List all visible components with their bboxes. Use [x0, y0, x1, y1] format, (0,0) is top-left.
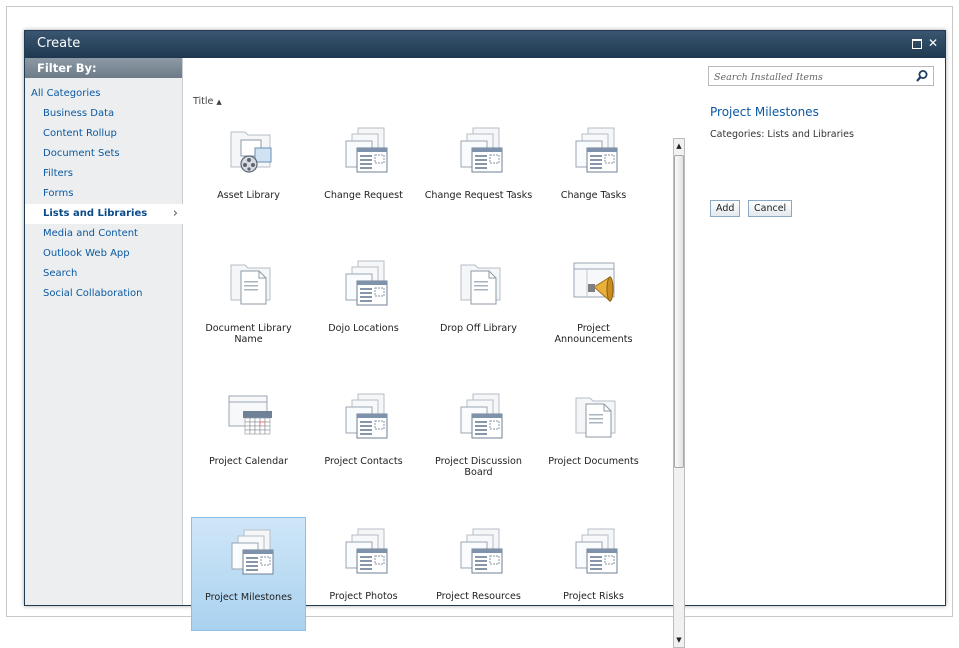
category-label: Filters [43, 168, 73, 179]
template-tile[interactable]: Project Milestones [191, 517, 306, 631]
list-template-icon [572, 525, 620, 575]
template-tile[interactable]: Change Request [306, 116, 421, 230]
template-label: Drop Off Library [440, 323, 517, 334]
template-tile[interactable]: Project Contacts [306, 382, 421, 496]
template-tile[interactable]: Project Calendar [191, 382, 306, 496]
category-label: Search [43, 268, 78, 279]
sort-ascending-icon: ▲ [216, 98, 222, 106]
category-item[interactable]: All Categories [25, 84, 182, 104]
search-box [708, 66, 934, 87]
gallery-scrollbar[interactable]: ▲ ▼ [673, 138, 685, 648]
list-template-icon [457, 390, 505, 440]
maximize-icon[interactable] [909, 34, 925, 52]
create-dialog: Create ✕ Filter By: All Categories Busine… [24, 30, 946, 648]
template-label: Asset Library [217, 190, 280, 201]
category-item[interactable]: Filters [25, 164, 182, 184]
template-tile[interactable]: Project Risks [536, 517, 651, 631]
template-label: Project Resources [436, 591, 521, 602]
search-icon[interactable] [915, 69, 929, 83]
details-pane: Project Milestones Categories: Lists and… [691, 58, 945, 605]
category-item[interactable]: Outlook Web App [25, 244, 182, 264]
category-item[interactable]: Media and Content [25, 224, 182, 244]
announcements-icon [572, 257, 620, 307]
document-library-icon [572, 390, 620, 440]
template-tile[interactable]: Dojo Locations [306, 249, 421, 363]
template-label: Project Risks [563, 591, 624, 602]
template-label: Change Request [324, 190, 403, 201]
template-label: Project Contacts [324, 456, 403, 467]
template-tile[interactable]: Project Announcements [536, 249, 651, 363]
cancel-button[interactable]: Cancel [748, 200, 793, 217]
asset-library-icon [227, 124, 275, 174]
list-template-icon [228, 526, 276, 576]
list-template-icon [342, 390, 390, 440]
template-label: Project Documents [548, 456, 639, 467]
category-item[interactable]: Social Collaboration [25, 284, 182, 304]
template-tile[interactable]: Asset Library [191, 116, 306, 230]
template-tile[interactable]: Document Library Name [191, 249, 306, 363]
scroll-thumb[interactable] [674, 155, 684, 468]
template-label: Project Photos [329, 591, 398, 602]
selected-item-categories: Categories: Lists and Libraries [710, 129, 854, 140]
category-item[interactable]: Lists and Libraries › [25, 204, 183, 224]
category-label: Lists and Libraries [43, 208, 148, 219]
document-library-icon [457, 257, 505, 307]
template-label: Project Calendar [208, 456, 288, 467]
category-item[interactable]: Business Data [25, 104, 182, 124]
list-template-icon [572, 124, 620, 174]
document-library-icon [227, 257, 275, 307]
dialog-title: Create [37, 36, 81, 51]
category-item[interactable]: Content Rollup [25, 124, 182, 144]
template-label: Dojo Locations [328, 323, 399, 334]
category-label: Media and Content [43, 228, 138, 239]
category-item[interactable]: Forms [25, 184, 182, 204]
template-label: Project Discussion Board [435, 456, 522, 478]
template-tile[interactable]: Project Resources [421, 517, 536, 631]
calendar-icon [227, 390, 275, 440]
template-label: Project Announcements [554, 323, 633, 345]
template-label: Change Tasks [560, 190, 627, 201]
template-tile[interactable]: Project Photos [306, 517, 421, 631]
list-template-icon [342, 525, 390, 575]
list-template-icon [457, 525, 505, 575]
close-icon[interactable]: ✕ [925, 34, 941, 52]
category-label: Content Rollup [43, 128, 117, 139]
filter-header: Filter By: [25, 58, 182, 78]
category-label: Forms [43, 188, 74, 199]
search-input[interactable] [709, 67, 912, 87]
add-button[interactable]: Add [710, 200, 741, 217]
template-tile[interactable]: Project Documents [536, 382, 651, 496]
list-template-icon [457, 124, 505, 174]
category-label: Outlook Web App [43, 248, 130, 259]
template-tile[interactable]: Drop Off Library [421, 249, 536, 363]
sort-label: Title [193, 96, 214, 107]
category-label: Social Collaboration [43, 288, 143, 299]
scroll-up-icon[interactable]: ▲ [674, 139, 684, 153]
category-item[interactable]: Search [25, 264, 182, 284]
selected-item-title: Project Milestones [710, 105, 819, 119]
template-label: Project Milestones [205, 592, 292, 603]
dialog-titlebar: Create ✕ [25, 31, 945, 58]
template-label: Change Request Tasks [424, 190, 533, 201]
template-tile[interactable]: Change Tasks [536, 116, 651, 230]
category-item[interactable]: Document Sets [25, 144, 182, 164]
template-label: Document Library Name [205, 323, 292, 345]
list-template-icon [342, 257, 390, 307]
sort-by-title[interactable]: Title ▲ [193, 96, 222, 107]
category-label: Business Data [43, 108, 115, 119]
category-list: All Categories Business Data Content Rollu… [25, 84, 183, 304]
scroll-down-icon[interactable]: ▼ [674, 633, 684, 647]
list-template-icon [342, 124, 390, 174]
category-label: All Categories [31, 88, 101, 99]
template-tile[interactable]: Change Request Tasks [421, 116, 536, 230]
template-gallery: Title ▲ Asset Library Change Request Change… [183, 58, 689, 648]
category-label: Document Sets [43, 148, 120, 159]
chevron-right-icon: › [172, 206, 178, 221]
filter-sidebar: Filter By: All Categories Business Data Co… [25, 58, 183, 605]
template-tile[interactable]: Project Discussion Board [421, 382, 536, 496]
